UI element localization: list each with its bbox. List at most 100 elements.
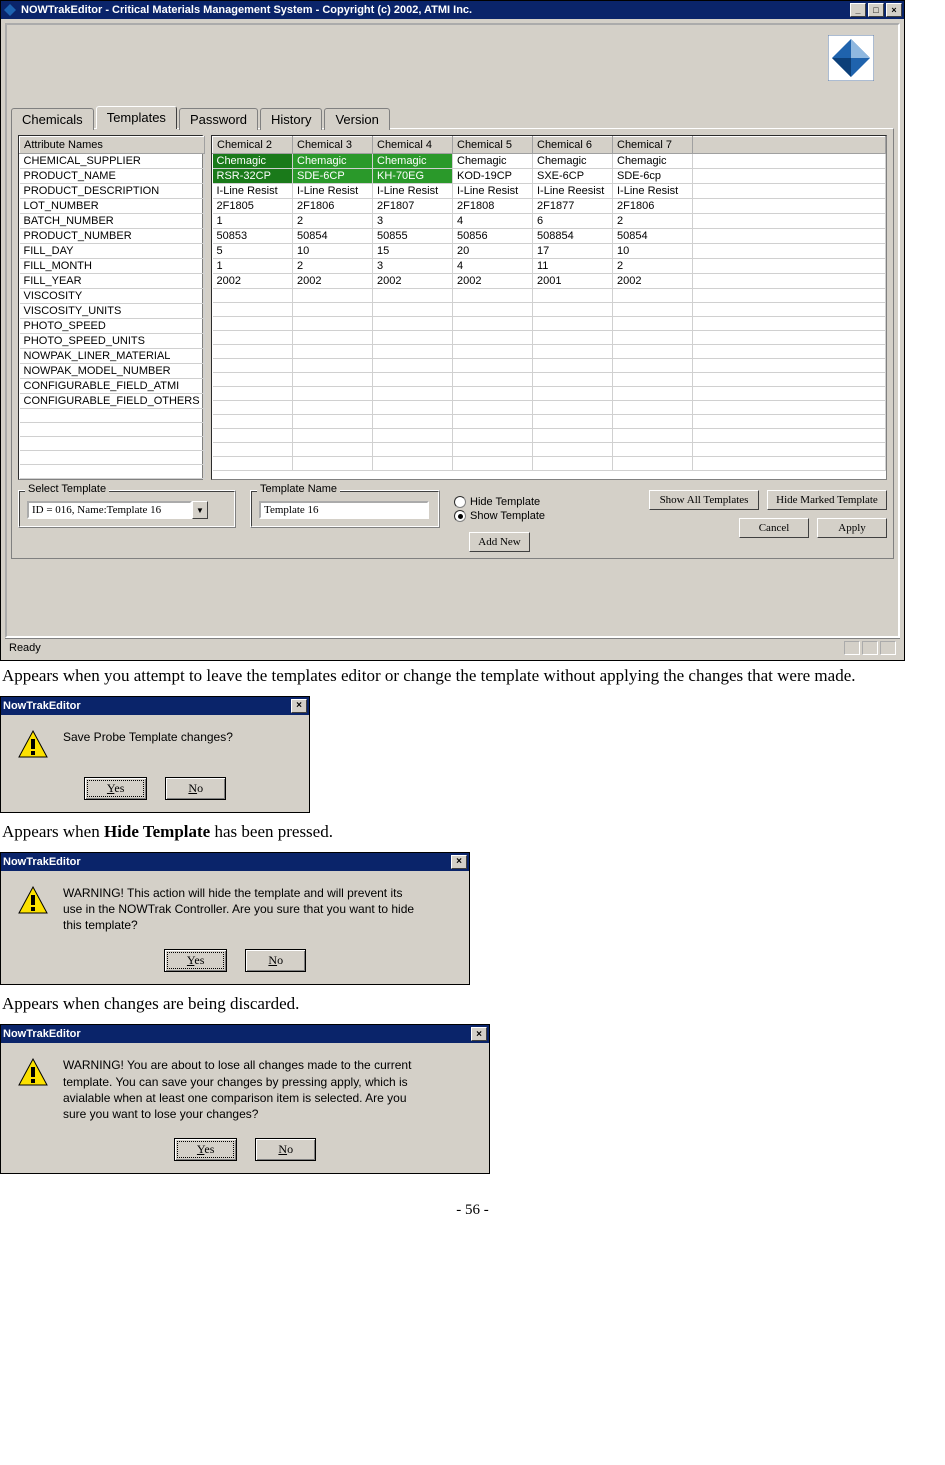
data-cell[interactable]: 2F1808 bbox=[453, 199, 533, 214]
attr-cell[interactable]: NOWPAK_LINER_MATERIAL bbox=[20, 349, 205, 364]
attr-cell[interactable]: VISCOSITY_UNITS bbox=[20, 304, 205, 319]
data-cell[interactable] bbox=[373, 373, 453, 387]
data-cell[interactable]: Chemagic bbox=[453, 154, 533, 169]
data-cell[interactable] bbox=[293, 289, 373, 303]
attr-cell[interactable]: CONFIGURABLE_FIELD_OTHERS bbox=[20, 394, 205, 409]
data-cell[interactable]: Chemagic bbox=[373, 154, 453, 169]
data-cell[interactable]: 50855 bbox=[373, 229, 453, 244]
data-cell[interactable]: 2 bbox=[293, 259, 373, 274]
hide-marked-template-button[interactable]: Hide Marked Template bbox=[767, 490, 887, 510]
attr-cell[interactable] bbox=[20, 451, 205, 465]
data-cell[interactable] bbox=[453, 415, 533, 429]
data-cell[interactable] bbox=[293, 443, 373, 457]
data-cell[interactable] bbox=[373, 317, 453, 331]
data-cell[interactable]: SDE-6CP bbox=[293, 169, 373, 184]
data-cell[interactable]: 11 bbox=[533, 259, 613, 274]
data-cell[interactable] bbox=[453, 359, 533, 373]
data-cell[interactable] bbox=[613, 415, 693, 429]
data-cell[interactable] bbox=[533, 457, 613, 471]
data-cell[interactable]: 2F1805 bbox=[213, 199, 293, 214]
data-cell[interactable] bbox=[533, 373, 613, 387]
data-cell[interactable]: 2F1806 bbox=[293, 199, 373, 214]
data-cell[interactable]: RSR-32CP bbox=[213, 169, 293, 184]
data-cell[interactable]: Chemagic bbox=[533, 154, 613, 169]
attr-cell[interactable] bbox=[20, 437, 205, 451]
data-cell[interactable] bbox=[453, 401, 533, 415]
data-cell[interactable] bbox=[613, 429, 693, 443]
data-cell[interactable] bbox=[533, 415, 613, 429]
attr-cell[interactable]: PRODUCT_NAME bbox=[20, 169, 205, 184]
attr-cell[interactable]: VISCOSITY bbox=[20, 289, 205, 304]
data-cell[interactable] bbox=[213, 303, 293, 317]
data-cell[interactable] bbox=[453, 373, 533, 387]
data-cell[interactable] bbox=[213, 331, 293, 345]
data-cell[interactable]: Chemagic bbox=[293, 154, 373, 169]
data-cell[interactable]: KH-70EG bbox=[373, 169, 453, 184]
data-cell[interactable]: 2 bbox=[613, 259, 693, 274]
data-cell[interactable]: 2F1806 bbox=[613, 199, 693, 214]
data-cell[interactable] bbox=[453, 317, 533, 331]
data-cell[interactable]: 4 bbox=[453, 214, 533, 229]
data-cell[interactable]: 5 bbox=[213, 244, 293, 259]
data-cell[interactable]: 2 bbox=[613, 214, 693, 229]
data-cell[interactable]: 2F1877 bbox=[533, 199, 613, 214]
data-cell[interactable] bbox=[533, 387, 613, 401]
data-cell[interactable]: 6 bbox=[533, 214, 613, 229]
data-cell[interactable] bbox=[293, 457, 373, 471]
data-cell[interactable] bbox=[373, 345, 453, 359]
dialog1-no-button[interactable]: No bbox=[165, 777, 226, 800]
data-cell[interactable] bbox=[293, 345, 373, 359]
data-cell[interactable]: 20 bbox=[453, 244, 533, 259]
maximize-button[interactable]: □ bbox=[868, 3, 884, 17]
attr-cell[interactable]: CHEMICAL_SUPPLIER bbox=[20, 154, 205, 169]
data-cell[interactable] bbox=[613, 289, 693, 303]
data-cell[interactable] bbox=[453, 289, 533, 303]
data-cell[interactable] bbox=[533, 331, 613, 345]
data-cell[interactable] bbox=[213, 415, 293, 429]
data-cell[interactable]: 2002 bbox=[293, 274, 373, 289]
data-cell[interactable] bbox=[373, 359, 453, 373]
data-cell[interactable] bbox=[613, 443, 693, 457]
attr-cell[interactable]: CONFIGURABLE_FIELD_ATMI bbox=[20, 379, 205, 394]
col-header[interactable]: Chemical 2 bbox=[213, 137, 293, 154]
dialog2-no-button[interactable]: No bbox=[245, 949, 306, 972]
data-cell[interactable]: Chemagic bbox=[213, 154, 293, 169]
data-cell[interactable] bbox=[613, 317, 693, 331]
data-cell[interactable] bbox=[613, 303, 693, 317]
attr-cell[interactable] bbox=[20, 465, 205, 479]
data-cell[interactable] bbox=[213, 457, 293, 471]
data-cell[interactable]: 4 bbox=[453, 259, 533, 274]
data-cell[interactable]: 50856 bbox=[453, 229, 533, 244]
dialog1-yes-button[interactable]: Yes bbox=[84, 777, 147, 800]
data-cell[interactable]: 2001 bbox=[533, 274, 613, 289]
attr-cell[interactable]: PHOTO_SPEED bbox=[20, 319, 205, 334]
data-cell[interactable]: SDE-6cp bbox=[613, 169, 693, 184]
data-cell[interactable] bbox=[213, 443, 293, 457]
dialog2-yes-button[interactable]: Yes bbox=[164, 949, 227, 972]
attr-cell[interactable]: FILL_DAY bbox=[20, 244, 205, 259]
data-cell[interactable]: 10 bbox=[613, 244, 693, 259]
data-cell[interactable] bbox=[453, 387, 533, 401]
data-cell[interactable] bbox=[373, 331, 453, 345]
data-cell[interactable]: I-Line Resist bbox=[213, 184, 293, 199]
select-template-combo[interactable]: ID = 016, Name:Template 16 ▼ bbox=[27, 501, 227, 519]
col-header[interactable]: Chemical 3 bbox=[293, 137, 373, 154]
data-cell[interactable] bbox=[533, 317, 613, 331]
attr-cell[interactable] bbox=[20, 423, 205, 437]
data-cell[interactable]: 50854 bbox=[293, 229, 373, 244]
data-cell[interactable] bbox=[293, 429, 373, 443]
data-cell[interactable] bbox=[453, 303, 533, 317]
data-cell[interactable]: SXE-6CP bbox=[533, 169, 613, 184]
data-cell[interactable] bbox=[213, 359, 293, 373]
cancel-button[interactable]: Cancel bbox=[739, 518, 809, 538]
data-cell[interactable]: KOD-19CP bbox=[453, 169, 533, 184]
data-cell[interactable] bbox=[213, 401, 293, 415]
data-cell[interactable]: I-Line Reesist bbox=[533, 184, 613, 199]
attr-cell[interactable]: NOWPAK_MODEL_NUMBER bbox=[20, 364, 205, 379]
data-cell[interactable] bbox=[613, 331, 693, 345]
data-cell[interactable] bbox=[453, 345, 533, 359]
dialog1-close-icon[interactable]: × bbox=[291, 699, 307, 713]
data-cell[interactable] bbox=[533, 303, 613, 317]
col-header[interactable]: Chemical 7 bbox=[613, 137, 693, 154]
tab-chemicals[interactable]: Chemicals bbox=[11, 108, 94, 130]
